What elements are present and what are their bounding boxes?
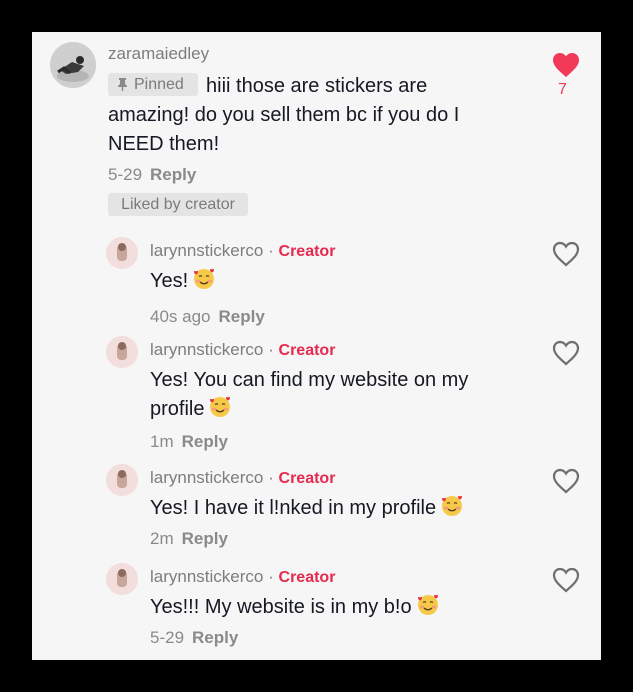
heart-outline-icon[interactable]: [552, 567, 580, 593]
heart-outline-icon[interactable]: [552, 241, 580, 267]
smiling-face-with-hearts-icon: [417, 594, 438, 615]
reply-meta: 2m Reply: [150, 529, 228, 549]
reply-username-line: larynnstickerco · Creator: [150, 567, 335, 587]
reply-text: Yes!: [150, 270, 189, 292]
separator-dot: ·: [268, 468, 274, 487]
reply-meta: 5-29 Reply: [150, 628, 238, 648]
reply-button[interactable]: Reply: [192, 628, 238, 647]
reply-username[interactable]: larynnstickerco: [150, 340, 263, 359]
heart-outline-icon[interactable]: [552, 468, 580, 494]
liked-by-creator-badge: Liked by creator: [108, 193, 248, 216]
reply-text: Yes! I have it l!nked in my profile: [150, 497, 437, 519]
reply-username-line: larynnstickerco · Creator: [150, 468, 335, 488]
heart-outline-icon[interactable]: [552, 340, 580, 366]
creator-badge: Creator: [278, 569, 336, 586]
like-count: 7: [558, 81, 567, 98]
reply-text: profile: [150, 398, 205, 420]
reply-text-block: Yes! You can find my website on my profi…: [150, 366, 550, 424]
reply-username-line: larynnstickerco · Creator: [150, 241, 335, 261]
reply-text-line: Yes!!! My website is in my b!o: [150, 593, 550, 622]
reply-time: 2m: [150, 529, 174, 548]
reply-text-line: Yes!: [150, 267, 510, 296]
comment-text: hiii those are stickers are amazing! do …: [108, 75, 460, 155]
reply-meta: 1m Reply: [150, 432, 228, 452]
reply-button[interactable]: Reply: [182, 529, 228, 548]
avatar[interactable]: [106, 464, 138, 496]
reply-button[interactable]: Reply: [150, 165, 196, 184]
avatar[interactable]: [106, 563, 138, 595]
creator-badge: Creator: [278, 470, 336, 487]
comment-meta: 5-29 Reply: [108, 165, 196, 185]
reply-username-line: larynnstickerco · Creator: [150, 340, 335, 360]
creator-badge: Creator: [278, 342, 336, 359]
reply-button[interactable]: Reply: [182, 432, 228, 451]
reply-time: 1m: [150, 432, 174, 451]
reply-text-line-1: Yes! You can find my website on my: [150, 369, 469, 391]
smiling-face-with-hearts-icon: [442, 495, 463, 516]
comment-username[interactable]: zaramaiedley: [108, 44, 209, 64]
creator-badge: Creator: [278, 243, 336, 260]
separator-dot: ·: [268, 241, 274, 260]
reply-button[interactable]: Reply: [219, 307, 265, 326]
reply-time: 40s ago: [150, 307, 211, 326]
avatar[interactable]: [106, 237, 138, 269]
reply-meta: 40s ago Reply: [150, 307, 265, 327]
reply-time: 5-29: [150, 628, 185, 647]
comments-panel: zaramaiedley Pinned hiii those are stick…: [32, 32, 601, 660]
avatar[interactable]: [50, 42, 96, 88]
reply-text-line-2: profile: [150, 395, 550, 424]
reply-username[interactable]: larynnstickerco: [150, 468, 263, 487]
reply-username[interactable]: larynnstickerco: [150, 241, 263, 260]
separator-dot: ·: [268, 567, 274, 586]
reply-text: Yes!!! My website is in my b!o: [150, 596, 412, 618]
smiling-face-with-hearts-icon: [194, 268, 215, 289]
avatar[interactable]: [106, 336, 138, 368]
smiling-face-with-hearts-icon: [210, 396, 231, 417]
comment-time: 5-29: [108, 165, 143, 184]
heart-filled-icon[interactable]: [552, 52, 580, 78]
reply-username[interactable]: larynnstickerco: [150, 567, 263, 586]
separator-dot: ·: [268, 340, 274, 359]
reply-text-line: Yes! I have it l!nked in my profile: [150, 494, 550, 523]
